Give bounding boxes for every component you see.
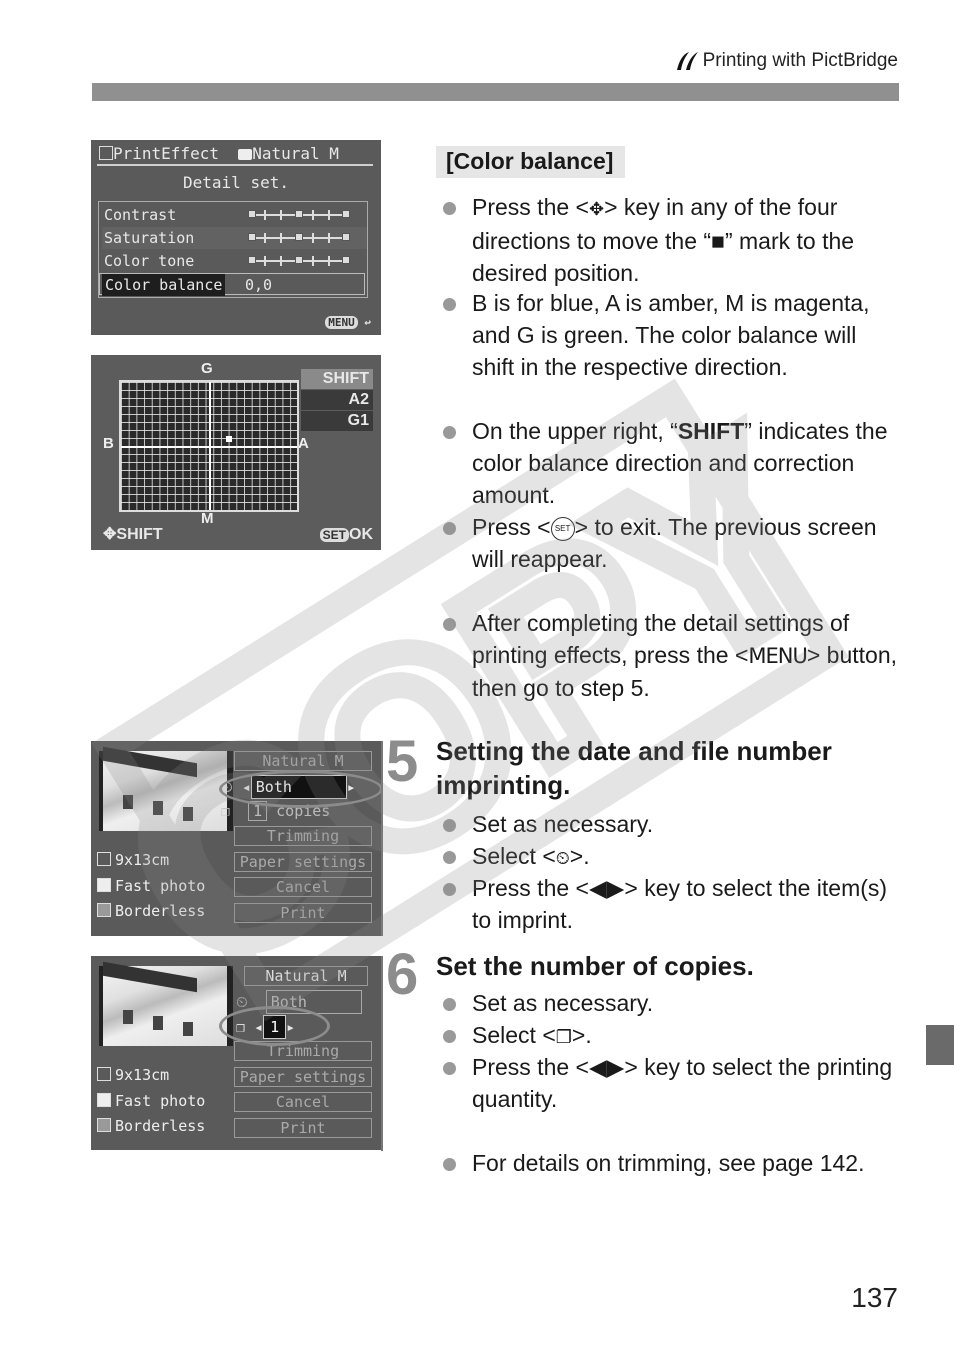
lcd-print-settings-copies: Natural M ⏲ Both ❐ ◂ 1 ▸ Trimming Paper se…	[91, 956, 381, 1150]
left-right-keys-icon: ◀▶	[588, 875, 625, 901]
row-color-tone[interactable]: Color tone	[102, 250, 367, 272]
effect-field[interactable]: Natural M	[234, 751, 372, 771]
info-layout: Borderless	[97, 1117, 205, 1135]
shift-hint: ✥SHIFT	[103, 526, 163, 543]
row-color-balance[interactable]: Color balance 0,0	[99, 273, 365, 296]
step5-bullet-1: Set as necessary.	[436, 808, 898, 840]
paper-type-icon	[97, 1093, 111, 1107]
set-button-icon: SET	[550, 516, 575, 541]
camera-icon	[238, 149, 253, 160]
step6-note-trimming: For details on trimming, see page 142.	[436, 1147, 898, 1179]
step5-bullet-3: Press the <◀▶> key to select the item(s)…	[436, 872, 898, 936]
page-number: 137	[851, 1282, 898, 1313]
grid-horizontal-axis	[121, 446, 297, 448]
lcd-title: PrintEffect Natural M	[99, 144, 339, 163]
highlight-ellipse	[219, 770, 381, 808]
axis-label-a: A	[298, 435, 309, 452]
lcd-color-balance: G M B A SHIFT A2 G1 ✥SHIFT SET OK	[91, 355, 381, 550]
print-button[interactable]: Print	[234, 903, 372, 923]
settings-box: Contrast Saturation Color tone Color bal…	[98, 201, 368, 298]
bullet-color-letters: B is for blue, A is amber, M is magenta,…	[436, 287, 898, 383]
effect-field[interactable]: Natural M	[244, 966, 368, 986]
bullet-shift: On the upper right, “SHIFT” indicates th…	[436, 415, 898, 511]
return-icon: ↩	[364, 316, 371, 329]
lcd-print-settings-date: Natural M ⏲ ◂ Both ▸ ❐ 1 copies Trimming P…	[91, 741, 381, 936]
print-button[interactable]: Print	[234, 1118, 372, 1138]
paper-settings-button[interactable]: Paper settings	[234, 852, 372, 872]
info-paper-size: 9x13cm	[97, 851, 169, 869]
info-layout: Borderless	[97, 902, 205, 920]
lcd-subtitle: Detail set.	[183, 173, 289, 192]
step6-bullet-2: Select <❐>.	[436, 1019, 898, 1053]
color-balance-value: 0,0	[245, 276, 273, 294]
step6-bullet-3: Press the <◀▶> key to select the printin…	[436, 1051, 898, 1115]
photo-thumbnail	[99, 746, 233, 831]
copies-icon: ❐	[555, 1027, 572, 1047]
axis-label-m: M	[201, 510, 214, 527]
cancel-button[interactable]: Cancel	[234, 1092, 372, 1112]
menu-return: MENU ↩	[325, 316, 371, 329]
highlight-ellipse	[219, 1006, 330, 1046]
contrast-slider[interactable]	[248, 210, 350, 220]
info-paper-type: Fast photo	[97, 877, 205, 895]
bullet-cross-keys: Press the <✥> key in any of the four dir…	[436, 191, 898, 289]
row-saturation[interactable]: Saturation	[102, 227, 367, 249]
step6-bullet-1: Set as necessary.	[436, 987, 898, 1019]
running-header: Printing with PictBridge	[675, 50, 898, 72]
info-paper-type: Fast photo	[97, 1092, 205, 1110]
step-number-5: 5	[386, 729, 419, 794]
left-right-keys-icon: ◀▶	[588, 1054, 625, 1080]
cross-keys-icon: ✥	[588, 199, 605, 219]
copies-icon: ❐	[221, 802, 231, 820]
ok-hint: SET OK	[319, 526, 373, 544]
shift-readout: SHIFT A2 G1	[301, 369, 373, 432]
axis-label-b: B	[103, 435, 114, 452]
pictbridge-icon	[676, 52, 698, 70]
date-imprint-icon: ⏲	[555, 848, 570, 868]
lcd-detail-set: PrintEffect Natural M Detail set. Contra…	[91, 140, 381, 335]
step-title-5: Setting the date and file number imprint…	[436, 736, 832, 800]
layout-icon	[97, 1118, 111, 1132]
cancel-button[interactable]: Cancel	[234, 877, 372, 897]
photo-thumbnail	[99, 961, 233, 1046]
balance-marker[interactable]	[225, 435, 232, 442]
chapter-tab	[926, 1025, 954, 1065]
section-heading-color-balance: [Color balance]	[436, 146, 626, 178]
header-title: Printing with PictBridge	[702, 50, 898, 71]
axis-label-g: G	[201, 360, 213, 377]
color-balance-grid[interactable]	[119, 380, 299, 512]
paper-settings-button[interactable]: Paper settings	[234, 1067, 372, 1087]
row-contrast[interactable]: Contrast	[102, 204, 367, 226]
note-menu: After completing the detail settings of …	[436, 607, 898, 704]
step-number-6: 6	[386, 942, 419, 1007]
cross-keys-icon: ✥	[103, 526, 117, 543]
layout-icon	[97, 903, 111, 917]
step-rule	[381, 741, 383, 936]
paper-type-icon	[97, 878, 111, 892]
divider	[97, 164, 373, 166]
bullet-set-exit: Press < SET > to exit. The previous screen…	[436, 511, 898, 575]
print-effect-icon	[99, 146, 113, 160]
paper-size-icon	[97, 852, 111, 866]
step5-bullet-2: Select <⏲>.	[436, 840, 898, 874]
color-tone-slider[interactable]	[248, 256, 350, 266]
header-bar	[92, 83, 899, 101]
info-paper-size: 9x13cm	[97, 1066, 169, 1084]
paper-size-icon	[97, 1067, 111, 1081]
step-rule	[381, 956, 383, 1151]
saturation-slider[interactable]	[248, 233, 350, 243]
menu-key-icon: MENU	[325, 316, 358, 329]
menu-key-label: MENU	[748, 644, 807, 668]
set-key-icon: SET	[319, 528, 349, 542]
step-title-6: Set the number of copies.	[436, 951, 754, 981]
trimming-button[interactable]: Trimming	[234, 826, 372, 846]
